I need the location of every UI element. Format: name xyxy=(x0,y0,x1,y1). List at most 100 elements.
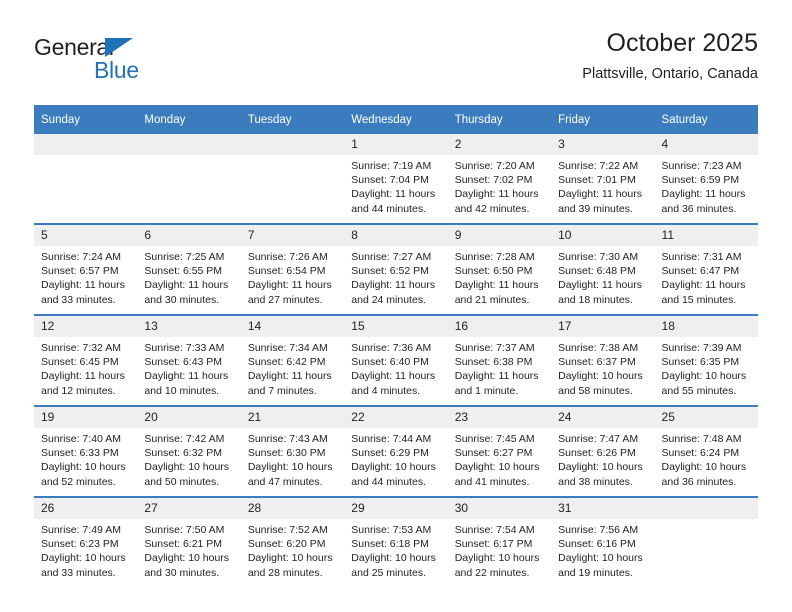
day-number: 16 xyxy=(447,316,552,337)
daylight-text: Daylight: 10 hours xyxy=(41,552,126,565)
calendar-day-cell[interactable]: 14 Sunrise: 7:34 AM Sunset: 6:42 PM Dayligh… xyxy=(240,315,345,407)
daylight-text-cont: and 44 minutes. xyxy=(351,202,426,215)
daylight-text-cont: and 44 minutes. xyxy=(351,475,426,488)
calendar-day-cell[interactable]: 22 Sunrise: 7:44 AM Sunset: 6:29 PM Dayligh… xyxy=(344,406,448,498)
calendar-day-cell[interactable]: 23 Sunrise: 7:45 AM Sunset: 6:27 PM Dayligh… xyxy=(447,406,552,498)
daylight-text: Daylight: 10 hours xyxy=(144,552,230,565)
calendar-day-cell[interactable]: 27 Sunrise: 7:50 AM Sunset: 6:21 PM Dayligh… xyxy=(137,497,241,587)
sunset-text: Sunset: 6:42 PM xyxy=(247,356,326,369)
day-cell-inner: 30 Sunrise: 7:54 AM Sunset: 6:17 PM Dayligh… xyxy=(447,498,552,587)
daylight-text-cont: and 30 minutes. xyxy=(144,293,220,306)
day-number: 24 xyxy=(551,407,655,428)
day-cell-inner: 11 Sunrise: 7:31 AM Sunset: 6:47 PM Dayligh… xyxy=(654,225,758,314)
calendar-day-cell[interactable]: 30 Sunrise: 7:54 AM Sunset: 6:17 PM Dayligh… xyxy=(447,497,552,587)
calendar-day-cell[interactable]: 26 Sunrise: 7:49 AM Sunset: 6:23 PM Dayligh… xyxy=(34,497,138,587)
calendar-day-cell[interactable]: 6 Sunrise: 7:25 AM Sunset: 6:55 PM Daylight… xyxy=(137,224,241,316)
day-events: Sunrise: 7:23 AM Sunset: 6:59 PM Daylight:… xyxy=(655,155,758,216)
daylight-text: Daylight: 11 hours xyxy=(454,279,539,292)
sunrise-text: Sunrise: 7:52 AM xyxy=(247,524,328,536)
daylight-text-cont: and 36 minutes. xyxy=(661,475,737,488)
sunset-text: Sunset: 7:02 PM xyxy=(454,174,533,187)
sunrise-text: Sunrise: 7:23 AM xyxy=(661,160,742,172)
sunset-text: Sunset: 6:26 PM xyxy=(558,447,636,460)
calendar-day-cell[interactable]: 21 Sunrise: 7:43 AM Sunset: 6:30 PM Dayligh… xyxy=(240,406,345,498)
calendar-day-cell[interactable]: 31 Sunrise: 7:56 AM Sunset: 6:16 PM Dayligh… xyxy=(551,497,655,587)
day-cell-inner: 28 Sunrise: 7:52 AM Sunset: 6:20 PM Dayligh… xyxy=(240,498,345,587)
daylight-text-cont: and 52 minutes. xyxy=(41,475,116,488)
daylight-text-cont: and 33 minutes. xyxy=(41,566,116,579)
weekday-header-tuesday: Tuesday xyxy=(240,105,345,134)
sunrise-text: Sunrise: 7:40 AM xyxy=(41,433,121,445)
day-cell-inner: 22 Sunrise: 7:44 AM Sunset: 6:29 PM Dayligh… xyxy=(344,407,448,496)
daylight-text: Daylight: 10 hours xyxy=(661,370,747,383)
general-blue-logo: General Blue xyxy=(34,34,204,90)
day-number: 4 xyxy=(654,134,758,155)
calendar-day-cell[interactable]: 19 Sunrise: 7:40 AM Sunset: 6:33 PM Dayligh… xyxy=(34,406,138,498)
calendar-day-cell[interactable]: 4 Sunrise: 7:23 AM Sunset: 6:59 PM Daylight… xyxy=(654,134,758,225)
day-cell-inner: 24 Sunrise: 7:47 AM Sunset: 6:26 PM Dayligh… xyxy=(551,407,655,496)
daylight-text-cont: and 10 minutes. xyxy=(144,384,220,397)
day-number: 15 xyxy=(344,316,448,337)
sunrise-text: Sunrise: 7:38 AM xyxy=(558,342,639,354)
daylight-text: Daylight: 11 hours xyxy=(558,279,642,292)
calendar-day-cell[interactable]: 18 Sunrise: 7:39 AM Sunset: 6:35 PM Dayligh… xyxy=(654,315,758,407)
calendar-grid: Sunday Monday Tuesday Wednesday Thursday Frid… xyxy=(34,105,758,587)
calendar-header-row: Sunday Monday Tuesday Wednesday Thursday Frid… xyxy=(34,105,758,134)
calendar-day-cell[interactable]: 7 Sunrise: 7:26 AM Sunset: 6:54 PM Daylight… xyxy=(240,224,345,316)
weekday-header-wednesday: Wednesday xyxy=(344,105,448,134)
day-events xyxy=(34,155,137,159)
day-cell-inner: 27 Sunrise: 7:50 AM Sunset: 6:21 PM Dayligh… xyxy=(137,498,241,587)
sunrise-text: Sunrise: 7:25 AM xyxy=(144,251,225,263)
sunset-text: Sunset: 6:24 PM xyxy=(661,447,740,460)
daylight-text-cont: and 30 minutes. xyxy=(144,566,220,579)
sunset-text: Sunset: 6:48 PM xyxy=(558,265,636,278)
calendar-day-cell[interactable]: 29 Sunrise: 7:53 AM Sunset: 6:18 PM Dayligh… xyxy=(344,497,448,587)
sunrise-text: Sunrise: 7:54 AM xyxy=(454,524,535,536)
calendar-day-cell[interactable]: 28 Sunrise: 7:52 AM Sunset: 6:20 PM Dayligh… xyxy=(240,497,345,587)
day-events: Sunrise: 7:38 AM Sunset: 6:37 PM Daylight:… xyxy=(551,337,654,398)
calendar-day-cell[interactable]: 13 Sunrise: 7:33 AM Sunset: 6:43 PM Dayligh… xyxy=(137,315,241,407)
sunset-text: Sunset: 6:55 PM xyxy=(144,265,223,278)
daylight-text-cont: and 22 minutes. xyxy=(454,566,530,579)
sunrise-text: Sunrise: 7:26 AM xyxy=(247,251,328,263)
day-number: 7 xyxy=(240,225,345,246)
calendar-day-cell[interactable]: 10 Sunrise: 7:30 AM Sunset: 6:48 PM Dayligh… xyxy=(551,224,655,316)
daylight-text: Daylight: 10 hours xyxy=(558,552,643,565)
day-number: 6 xyxy=(137,225,241,246)
day-events: Sunrise: 7:44 AM Sunset: 6:29 PM Daylight:… xyxy=(344,428,447,489)
sunset-text: Sunset: 6:33 PM xyxy=(41,447,119,460)
calendar-day-cell[interactable]: 20 Sunrise: 7:42 AM Sunset: 6:32 PM Dayligh… xyxy=(137,406,241,498)
sunset-text: Sunset: 6:18 PM xyxy=(351,538,429,551)
calendar-day-cell[interactable]: 1 Sunrise: 7:19 AM Sunset: 7:04 PM Daylight… xyxy=(344,134,448,225)
day-cell-inner xyxy=(654,498,758,587)
sunrise-text: Sunrise: 7:53 AM xyxy=(351,524,432,536)
sunrise-text: Sunrise: 7:39 AM xyxy=(661,342,742,354)
calendar-day-cell[interactable]: 2 Sunrise: 7:20 AM Sunset: 7:02 PM Daylight… xyxy=(447,134,552,225)
day-number: 9 xyxy=(447,225,552,246)
daylight-text: Daylight: 11 hours xyxy=(144,279,229,292)
calendar-day-cell[interactable]: 5 Sunrise: 7:24 AM Sunset: 6:57 PM Daylight… xyxy=(34,224,138,316)
sunset-text: Sunset: 6:59 PM xyxy=(661,174,740,187)
calendar-day-cell[interactable]: 15 Sunrise: 7:36 AM Sunset: 6:40 PM Dayligh… xyxy=(344,315,448,407)
day-events: Sunrise: 7:33 AM Sunset: 6:43 PM Daylight:… xyxy=(137,337,240,398)
calendar-day-cell[interactable]: 9 Sunrise: 7:28 AM Sunset: 6:50 PM Daylight… xyxy=(447,224,552,316)
calendar-day-cell[interactable]: 16 Sunrise: 7:37 AM Sunset: 6:38 PM Dayligh… xyxy=(447,315,552,407)
daylight-text: Daylight: 11 hours xyxy=(351,279,436,292)
daylight-text-cont: and 50 minutes. xyxy=(144,475,220,488)
calendar-day-cell[interactable]: 11 Sunrise: 7:31 AM Sunset: 6:47 PM Dayligh… xyxy=(654,224,758,316)
daylight-text-cont: and 42 minutes. xyxy=(454,202,530,215)
calendar-day-cell[interactable]: 17 Sunrise: 7:38 AM Sunset: 6:37 PM Dayligh… xyxy=(551,315,655,407)
daylight-text-cont: and 36 minutes. xyxy=(661,202,737,215)
calendar-day-cell[interactable]: 3 Sunrise: 7:22 AM Sunset: 7:01 PM Daylight… xyxy=(551,134,655,225)
calendar-day-cell[interactable]: 24 Sunrise: 7:47 AM Sunset: 6:26 PM Dayligh… xyxy=(551,406,655,498)
calendar-day-cell[interactable]: 12 Sunrise: 7:32 AM Sunset: 6:45 PM Dayligh… xyxy=(34,315,138,407)
calendar-day-cell[interactable]: 25 Sunrise: 7:48 AM Sunset: 6:24 PM Dayligh… xyxy=(654,406,758,498)
calendar-day-cell[interactable]: 8 Sunrise: 7:27 AM Sunset: 6:52 PM Daylight… xyxy=(344,224,448,316)
day-number xyxy=(137,134,241,155)
title-block: October 2025 Plattsville, Ontario, Canad… xyxy=(582,28,758,84)
page-subtitle: Plattsville, Ontario, Canada xyxy=(582,66,758,82)
sunset-text: Sunset: 7:04 PM xyxy=(351,174,429,187)
sunset-text: Sunset: 6:16 PM xyxy=(558,538,636,551)
sunrise-text: Sunrise: 7:42 AM xyxy=(144,433,225,445)
calendar-week-row: 19 Sunrise: 7:40 AM Sunset: 6:33 PM Dayligh… xyxy=(34,406,758,498)
